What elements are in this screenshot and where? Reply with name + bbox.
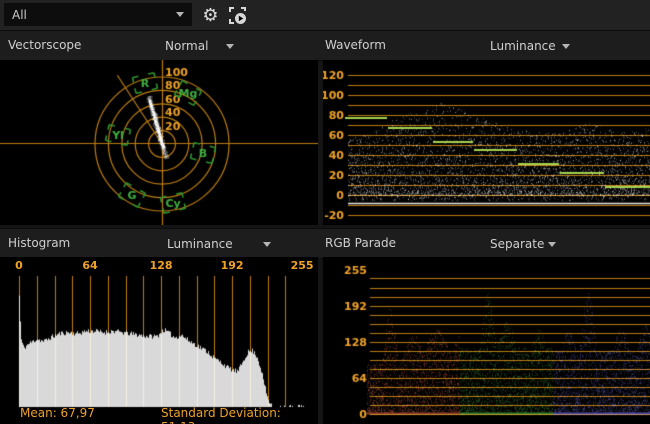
preview-button[interactable] bbox=[225, 3, 250, 28]
rgb-parade-title: RGB Parade bbox=[325, 229, 396, 258]
histogram-mode-value: Luminance bbox=[167, 237, 233, 251]
waveform-mode-value: Luminance bbox=[490, 39, 556, 53]
waveform-title: Waveform bbox=[325, 31, 386, 60]
rgb-parade-display bbox=[323, 257, 650, 424]
settings-button[interactable]: ⚙ bbox=[198, 3, 223, 28]
histogram-display bbox=[0, 257, 318, 424]
vectorscope-mode-select[interactable]: Normal bbox=[165, 31, 234, 60]
preview-play-icon bbox=[228, 6, 247, 25]
scope-headers-bottom: Histogram Luminance RGB Parade Separate bbox=[0, 228, 650, 259]
toolbar: All ⚙ bbox=[0, 0, 650, 31]
chevron-down-icon bbox=[263, 242, 271, 247]
scope-source-select[interactable]: All bbox=[4, 3, 192, 26]
histogram-mode-select[interactable]: Luminance bbox=[167, 229, 271, 258]
vectorscope-title: Vectorscope bbox=[8, 31, 81, 60]
rgb-parade-mode-select[interactable]: Separate bbox=[490, 229, 556, 258]
chevron-down-icon bbox=[562, 44, 570, 49]
scope-source-value: All bbox=[12, 8, 27, 22]
waveform-display bbox=[323, 60, 650, 225]
video-scopes-panel: All ⚙ Vectorscope Normal Waveform Lumina… bbox=[0, 0, 650, 424]
waveform-mode-select[interactable]: Luminance bbox=[490, 31, 570, 60]
vectorscope-mode-value: Normal bbox=[165, 39, 208, 53]
chevron-down-icon bbox=[548, 242, 556, 247]
histogram-title: Histogram bbox=[8, 229, 70, 258]
chevron-down-icon bbox=[176, 12, 184, 17]
gear-icon: ⚙ bbox=[202, 5, 218, 26]
rgb-parade-mode-value: Separate bbox=[490, 237, 544, 251]
vectorscope-display bbox=[0, 60, 318, 225]
chevron-down-icon bbox=[226, 44, 234, 49]
scope-headers-top: Vectorscope Normal Waveform Luminance bbox=[0, 31, 650, 61]
